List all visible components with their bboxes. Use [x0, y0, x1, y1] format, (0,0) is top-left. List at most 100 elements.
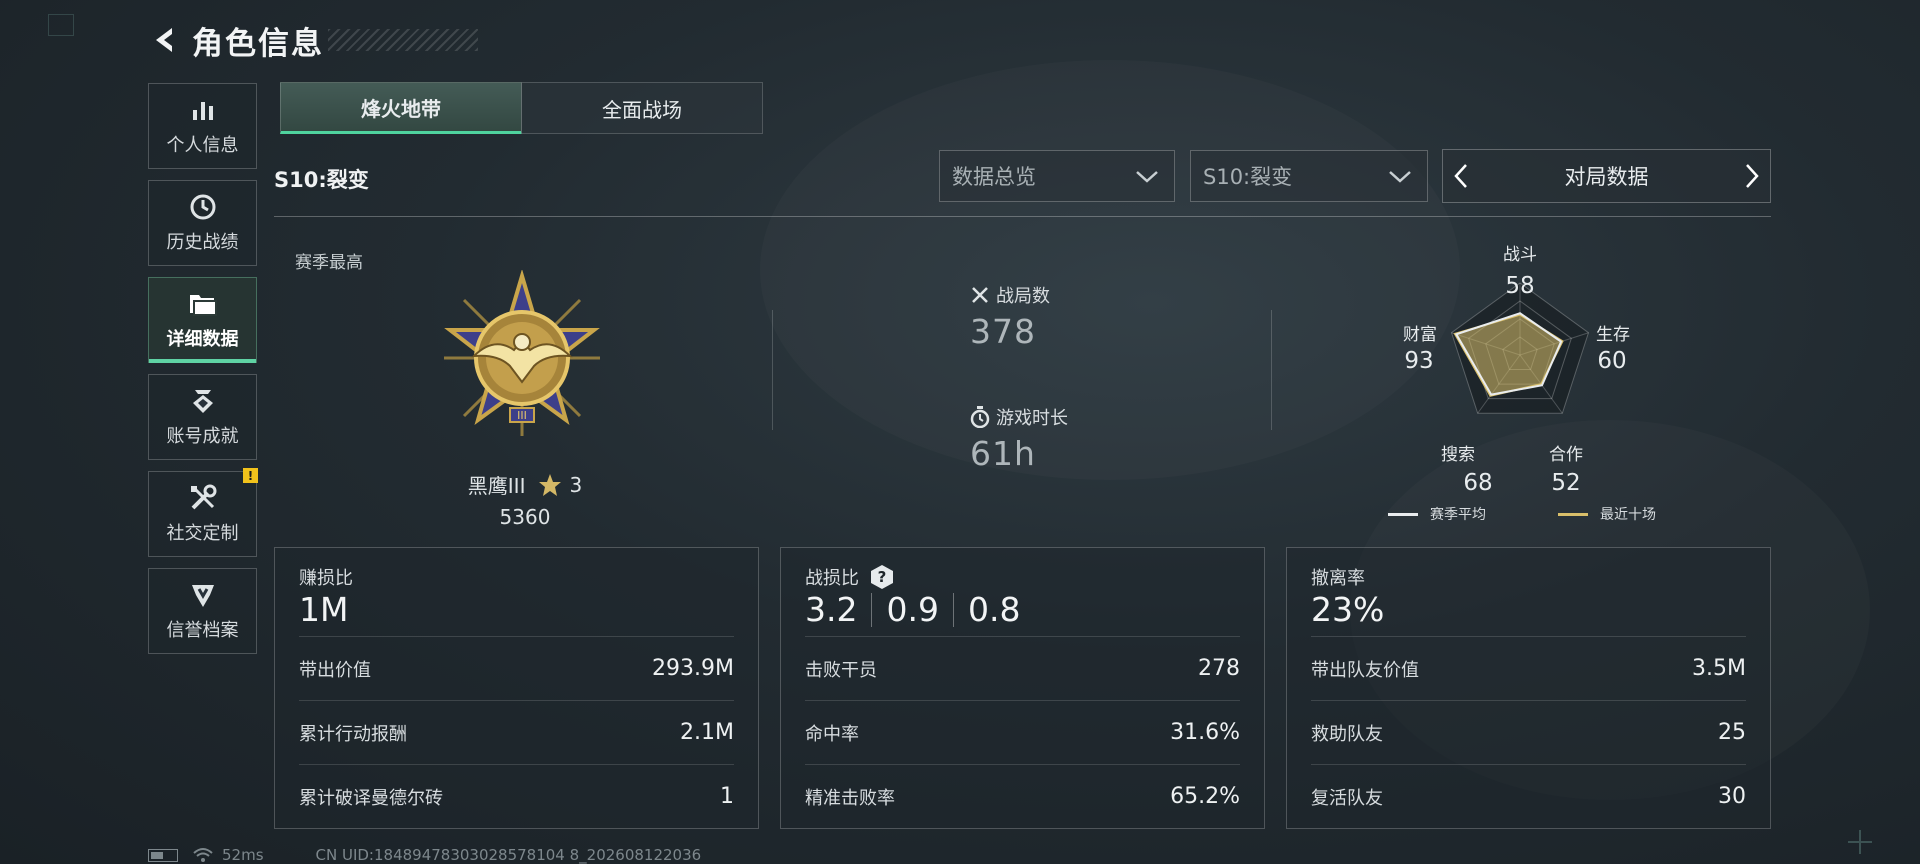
sidebar-item-label: 社交定制	[166, 523, 239, 544]
radar-axis-label: 生存	[1596, 325, 1630, 345]
uid-text: CN UID:18489478303028578104 8_2026081220…	[315, 846, 702, 864]
chevron-down-icon	[1136, 171, 1158, 183]
status-bar: 52ms CN UID:18489478303028578104 8_20260…	[148, 846, 701, 864]
page-header: 角色信息	[148, 18, 478, 62]
card-title: 战损比	[805, 568, 859, 589]
matches-value: 378	[970, 312, 1036, 351]
playtime-stat: 游戏时长 61h	[970, 404, 1068, 473]
radar-chart: 战斗 58 生存 60 合作 搜索 财富 93	[1390, 240, 1650, 465]
stat-row: 复活队友 30	[1311, 764, 1746, 828]
tab-warzone[interactable]: 烽火地带	[280, 82, 522, 134]
stat-row-label: 带出队友价值	[1311, 659, 1419, 681]
achievement-icon	[188, 386, 218, 416]
battery-icon	[148, 848, 178, 862]
radar-axis-value: 58	[1505, 273, 1535, 299]
playtime-value: 61h	[970, 434, 1036, 473]
clock-icon	[188, 192, 218, 222]
star-icon	[539, 473, 562, 496]
stat-row-value: 31.6%	[1170, 720, 1240, 745]
sidebar-item-label: 账号成就	[166, 426, 239, 447]
sidebar-item-history[interactable]: 历史战绩	[148, 180, 257, 266]
crossed-swords-icon	[972, 287, 988, 303]
sidebar-item-label: 历史战绩	[166, 232, 239, 253]
back-button[interactable]	[148, 23, 182, 57]
view-dropdown-value: 数据总览	[952, 165, 1036, 189]
legend-label: 最近十场	[1600, 507, 1656, 523]
radar-axis-label: 战斗	[1503, 245, 1537, 265]
rank-name: 黑鹰III	[467, 474, 526, 498]
svg-text:III: III	[517, 409, 527, 422]
radar-axis-value: 93	[1404, 348, 1434, 374]
column-divider	[1271, 310, 1272, 430]
card-main-value: 1M	[299, 590, 349, 629]
rank-stars: 3	[569, 472, 583, 497]
stat-row-value: 3.5M	[1692, 656, 1746, 681]
background-decoration	[760, 60, 1460, 480]
legend-swatch	[1558, 512, 1588, 516]
season-best-label: 赛季最高	[295, 253, 363, 273]
radar-axis-label: 合作	[1549, 445, 1583, 465]
sidebar-item-detailed-data[interactable]: 详细数据	[148, 277, 257, 363]
view-dropdown[interactable]: 数据总览	[939, 150, 1175, 202]
stat-row-label: 救助队友	[1311, 723, 1383, 745]
radar-axis-value: 52	[1551, 470, 1581, 496]
stat-row-value: 1	[720, 784, 734, 809]
page-title: 角色信息	[192, 25, 324, 62]
rank-points: 5360	[499, 505, 551, 529]
kd-value: 0.9	[886, 590, 939, 629]
sidebar-item-label: 个人信息	[166, 135, 239, 156]
radar-axis-value: 68	[1463, 470, 1493, 496]
stat-row-value: 65.2%	[1170, 784, 1240, 809]
bar-chart-icon	[188, 95, 218, 125]
kd-card: 战损比 ? 3.2 0.9 0.8 击败干员 278 命中率 31.6% 精准击…	[780, 547, 1265, 829]
pager-label: 对局数据	[1564, 165, 1649, 189]
svg-text:?: ?	[878, 568, 887, 586]
notification-badge: !	[243, 468, 258, 483]
stat-row: 累计行动报酬 2.1M	[299, 700, 734, 764]
section-divider	[274, 216, 1771, 217]
season-dropdown[interactable]: S10:裂变	[1190, 150, 1428, 202]
stat-row-value: 2.1M	[680, 720, 734, 745]
pager-next-button[interactable]	[1734, 150, 1770, 202]
stat-row: 带出队友价值 3.5M	[1311, 636, 1746, 700]
sidebar-item-label: 信誉档案	[166, 620, 239, 641]
reputation-icon	[188, 580, 218, 610]
back-arrow-icon	[156, 28, 172, 52]
sidebar-item-social-custom[interactable]: ! 社交定制	[148, 468, 258, 557]
pager-prev-button[interactable]	[1443, 150, 1479, 202]
season-title: S10:裂变	[274, 168, 369, 192]
stat-row-label: 带出价值	[299, 659, 371, 681]
stat-row: 击败干员 278	[805, 636, 1240, 700]
stat-row-label: 命中率	[805, 723, 859, 745]
extraction-card: 撤离率 23% 带出队友价值 3.5M 救助队友 25 复活队友 30	[1286, 547, 1771, 829]
sidebar-item-achievements[interactable]: 账号成就	[148, 374, 257, 460]
sidebar-item-reputation[interactable]: 信誉档案	[148, 568, 257, 654]
sidebar-nav: 个人信息 历史战绩 详细数据 账号成就 ! 社交定制 信誉档案	[148, 83, 258, 665]
profit-card: 赚损比 1M 带出价值 293.9M 累计行动报酬 2.1M 累计破译曼德尔砖 …	[274, 547, 759, 829]
wifi-icon	[193, 848, 213, 862]
plus-decoration-icon	[1848, 830, 1872, 854]
tab-battlefield[interactable]: 全面战场	[521, 82, 763, 134]
legend-label: 赛季平均	[1430, 507, 1486, 523]
stat-row-label: 击败干员	[805, 659, 877, 681]
season-dropdown-value: S10:裂变	[1203, 165, 1293, 189]
help-button[interactable]: ?	[869, 564, 895, 590]
value-separator	[871, 592, 873, 627]
folder-icon	[188, 289, 218, 319]
stat-row-label: 精准击败率	[805, 787, 895, 809]
radar-axis-label: 搜索	[1441, 445, 1475, 465]
legend-recent-ten: 最近十场	[1558, 504, 1656, 524]
radar-axis-value: 60	[1597, 348, 1627, 374]
sidebar-item-personal-info[interactable]: 个人信息	[148, 83, 257, 169]
chevron-down-icon	[1389, 171, 1411, 183]
rank-medal-emblem: III	[434, 268, 610, 446]
kd-value: 0.8	[967, 590, 1021, 629]
value-separator	[952, 592, 954, 627]
card-main-value: 23%	[1311, 590, 1385, 629]
legend-season-average: 赛季平均	[1388, 504, 1486, 524]
kd-values: 3.2 0.9 0.8	[805, 590, 1020, 629]
corner-frame-decoration	[48, 14, 74, 36]
stat-row-label: 复活队友	[1311, 787, 1383, 809]
legend-swatch	[1388, 512, 1418, 516]
matches-label: 战局数	[996, 286, 1050, 307]
